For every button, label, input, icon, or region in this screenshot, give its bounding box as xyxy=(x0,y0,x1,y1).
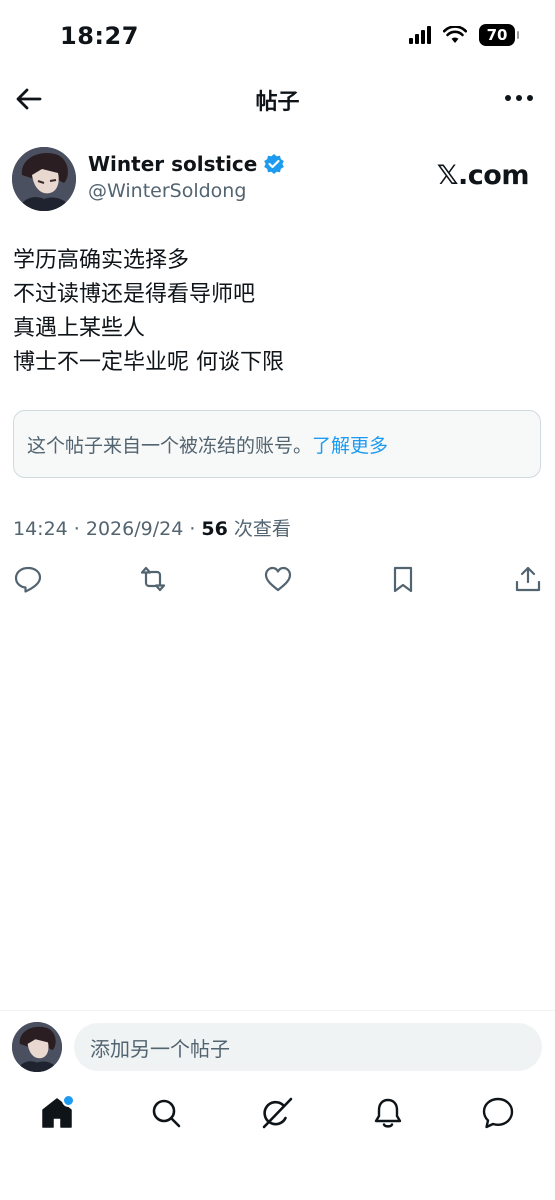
post-text: 学历高确实选择多 不过读博还是得看导师吧 真遇上某些人 博士不一定毕业呢 何谈下… xyxy=(13,244,284,380)
views-label: 次查看 xyxy=(227,518,291,540)
notification-dot xyxy=(62,1094,75,1107)
wifi-icon xyxy=(443,26,467,43)
divider xyxy=(0,1010,555,1011)
cellular-signal-icon xyxy=(409,26,431,44)
author-name-row[interactable]: Winter solstice xyxy=(88,152,285,176)
reply-input[interactable]: 添加另一个帖子 xyxy=(74,1023,542,1071)
suspended-account-notice: 这个帖子来自一个被冻结的账号。 了解更多 xyxy=(13,410,541,478)
views-count: 56 xyxy=(201,518,228,540)
reply-icon[interactable] xyxy=(13,564,43,594)
notice-text: 这个帖子来自一个被冻结的账号。 xyxy=(27,434,313,457)
author-avatar[interactable] xyxy=(12,147,76,211)
author-handle[interactable]: @WinterSoldong xyxy=(88,180,246,202)
author-name[interactable]: Winter solstice xyxy=(88,152,257,176)
page-title: 帖子 xyxy=(255,90,300,115)
post-line: 不过读博还是得看导师吧 xyxy=(13,282,256,307)
more-options-icon[interactable] xyxy=(503,86,535,110)
verified-badge-icon xyxy=(264,154,285,174)
repost-icon[interactable] xyxy=(138,564,168,594)
like-icon[interactable] xyxy=(263,564,293,594)
post-meta: 14:24 · 2026/9/24 · 56 次查看 xyxy=(13,514,291,541)
bookmark-icon[interactable] xyxy=(388,564,418,594)
grok-icon[interactable] xyxy=(260,1096,294,1130)
bottom-tab-bar xyxy=(0,1096,555,1136)
post-line: 学历高确实选择多 xyxy=(13,248,190,273)
post-line: 真遇上某些人 xyxy=(13,316,146,341)
post-timestamp: 14:24 · 2026/9/24 · xyxy=(13,518,202,540)
share-icon[interactable] xyxy=(513,564,543,594)
post-actions xyxy=(13,564,543,594)
learn-more-link[interactable]: 了解更多 xyxy=(312,431,388,458)
post-line: 博士不一定毕业呢 何谈下限 xyxy=(13,350,284,375)
source-label: 𝕏.com xyxy=(436,160,530,191)
user-avatar[interactable] xyxy=(12,1022,62,1072)
battery-indicator: 70 xyxy=(479,24,519,46)
status-icons: 70 xyxy=(409,24,519,46)
search-icon[interactable] xyxy=(149,1096,183,1130)
status-time: 18:27 xyxy=(60,22,139,50)
messages-icon[interactable] xyxy=(481,1096,515,1130)
notifications-icon[interactable] xyxy=(371,1096,405,1130)
